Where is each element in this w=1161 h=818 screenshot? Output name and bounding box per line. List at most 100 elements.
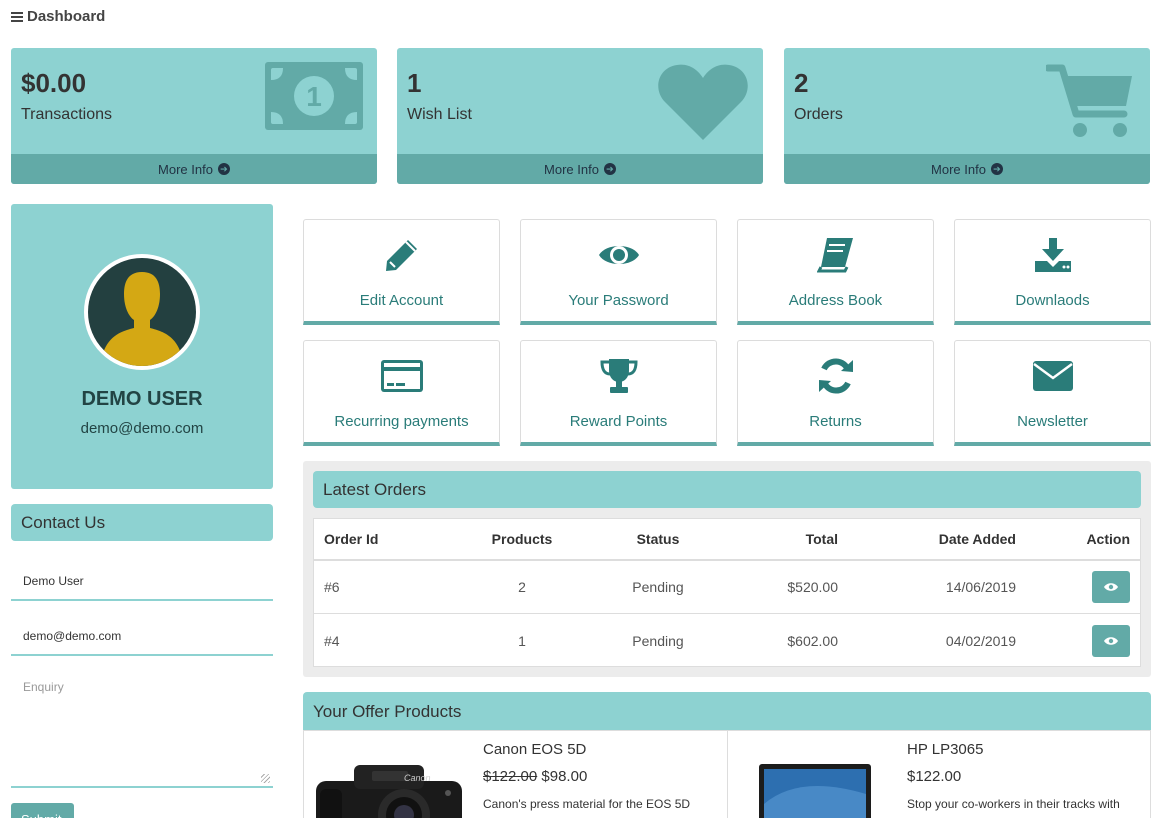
tile-edit-account[interactable]: Edit Account (303, 219, 500, 325)
column-header: Status (636, 531, 680, 547)
more-info-link[interactable]: More Info ➔ (784, 154, 1150, 184)
eye-icon (521, 236, 716, 274)
latest-orders-panel: Latest Orders Order Id Products Status T… (303, 461, 1151, 677)
offer-products-panel: Canon Canon EOS 5D $122.00 $98.00 Canon'… (303, 730, 1151, 818)
trophy-icon (521, 357, 716, 395)
new-price: $98.00 (541, 768, 588, 785)
order-action (1092, 614, 1130, 667)
column-header: Action (1086, 531, 1130, 547)
enquiry-field[interactable] (11, 670, 273, 788)
stat-label: Transactions (21, 106, 112, 123)
profile-name: DEMO USER (81, 388, 203, 410)
tile-label: Newsletter (1017, 413, 1088, 430)
divider (727, 731, 728, 818)
avatar (84, 254, 200, 370)
hamburger-icon (11, 10, 23, 24)
contact-email-field[interactable] (11, 618, 273, 656)
old-price: $122.00 (483, 768, 538, 785)
tile-returns[interactable]: Returns (737, 340, 934, 446)
product-price: $122.00 $98.00 (483, 768, 587, 785)
envelope-icon (955, 357, 1150, 395)
heart-icon (657, 62, 749, 147)
svg-text:1: 1 (306, 81, 322, 112)
product-name[interactable]: Canon EOS 5D (483, 741, 586, 758)
order-status: Pending (632, 632, 684, 649)
order-id: #4 (324, 632, 340, 649)
product-price: $122.00 (907, 768, 962, 785)
eye-icon (1104, 636, 1118, 645)
tile-recurring-payments[interactable]: Recurring payments (303, 340, 500, 446)
order-date: 14/06/2019 (945, 579, 1016, 595)
user-silhouette-icon (88, 258, 196, 366)
stat-value: 2 (794, 68, 809, 98)
stat-value: $0.00 (21, 68, 87, 98)
column-header: Products (491, 531, 553, 547)
refresh-icon (738, 357, 933, 395)
order-status: Pending (632, 579, 684, 595)
arrow-circle-right-icon: ➔ (990, 163, 1003, 175)
eye-icon (1104, 583, 1118, 591)
more-info-label: More Info (158, 161, 213, 177)
stat-box-wishlist: 1 Wish List More Info ➔ (397, 48, 763, 184)
table-header: Order Id Products Status Total Date Adde… (314, 519, 1140, 561)
latest-orders-heading: Latest Orders (313, 471, 1141, 508)
order-total: $602.00 (787, 632, 838, 649)
book-icon (738, 236, 933, 274)
profile-card: DEMO USER demo@demo.com (11, 204, 273, 489)
product-name[interactable]: HP LP3065 (907, 741, 983, 758)
tile-address-book[interactable]: Address Book (737, 219, 934, 325)
stat-value: 1 (407, 68, 422, 98)
tile-label: Edit Account (359, 292, 444, 309)
stat-box-orders: 2 Orders More Info ➔ (784, 48, 1150, 184)
submit-button[interactable]: Submit (11, 803, 74, 818)
tile-label: Reward Points (569, 413, 668, 430)
arrow-circle-right-icon: ➔ (603, 163, 616, 175)
shopping-cart-icon (1044, 62, 1136, 147)
svg-text:Canon: Canon (404, 773, 431, 783)
stat-box-transactions: $0.00 Transactions 1 More Info ➔ (11, 48, 377, 184)
more-info-label: More Info (931, 161, 986, 177)
view-order-button[interactable] (1092, 624, 1130, 657)
tile-label: Returns (809, 413, 862, 430)
product-image-camera[interactable]: Canon (314, 759, 464, 818)
orders-table: Order Id Products Status Total Date Adde… (313, 518, 1141, 667)
contact-heading: Contact Us (11, 504, 273, 541)
column-header: Date Added (938, 531, 1016, 547)
arrow-circle-right-icon: ➔ (217, 163, 230, 175)
column-header: Total (805, 531, 838, 547)
tile-newsletter[interactable]: Newsletter (954, 340, 1151, 446)
tile-label: Downlaods (1015, 292, 1090, 309)
resize-handle-icon[interactable] (261, 774, 270, 783)
offer-products-heading: Your Offer Products (303, 692, 1151, 730)
tile-downloads[interactable]: Downlaods (954, 219, 1151, 325)
product-image-monitor[interactable] (759, 764, 871, 818)
order-products: 1 (518, 632, 526, 649)
contact-name-field[interactable] (11, 563, 273, 601)
more-info-label: More Info (544, 161, 599, 177)
dashboard-header[interactable]: Dashboard (11, 8, 105, 25)
order-action (1092, 561, 1130, 613)
tile-label: Recurring payments (334, 413, 469, 430)
order-total: $520.00 (787, 579, 838, 595)
column-header: Order Id (324, 531, 379, 547)
tile-your-password[interactable]: Your Password (520, 219, 717, 325)
order-id: #6 (324, 579, 340, 595)
product-description: Canon's press material for the EOS 5D (483, 797, 691, 811)
product-description: Stop your co-workers in their tracks wit… (907, 797, 1120, 811)
stat-label: Orders (794, 106, 843, 123)
tile-reward-points[interactable]: Reward Points (520, 340, 717, 446)
order-date: 04/02/2019 (945, 632, 1016, 649)
tile-label: Address Book (788, 292, 883, 309)
table-row: #6 2 Pending $520.00 14/06/2019 (314, 561, 1140, 614)
download-icon (955, 236, 1150, 274)
more-info-link[interactable]: More Info ➔ (397, 154, 763, 184)
money-bill-icon: 1 (265, 62, 363, 135)
order-products: 2 (518, 579, 526, 595)
profile-email: demo@demo.com (80, 420, 204, 437)
credit-card-icon (304, 357, 499, 395)
stat-label: Wish List (407, 106, 472, 123)
view-order-button[interactable] (1092, 571, 1130, 603)
page-title: Dashboard (27, 8, 106, 25)
pencil-icon (304, 236, 499, 274)
more-info-link[interactable]: More Info ➔ (11, 154, 377, 184)
